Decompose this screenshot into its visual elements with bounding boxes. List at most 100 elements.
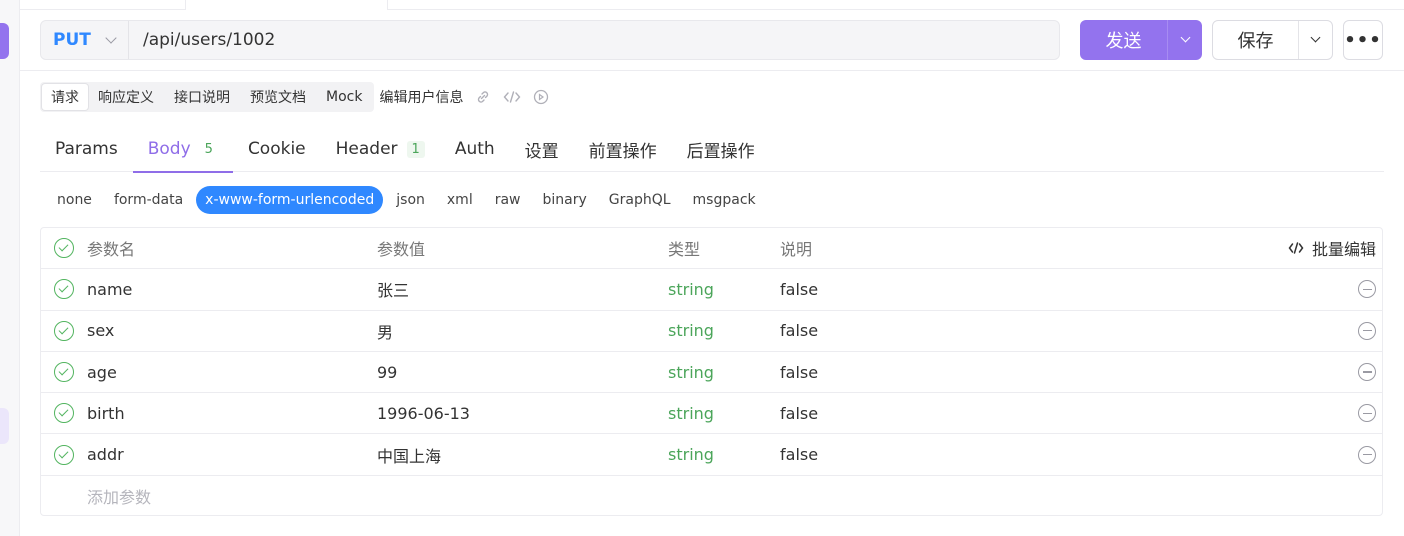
row-checkbox[interactable]	[54, 444, 74, 465]
tab-params[interactable]: Params	[40, 126, 133, 172]
add-param-row: 添加参数	[41, 476, 1382, 517]
link-icon[interactable]	[475, 89, 491, 105]
table-row: name 张三 string false	[41, 269, 1382, 311]
tab-count-badge: 5	[204, 141, 213, 157]
param-type[interactable]: string	[668, 363, 780, 382]
request-tabs: Params Body 5 Cookie Header 1 Auth 设置 前置操作…	[40, 126, 1384, 173]
add-param-input[interactable]: 添加参数	[41, 484, 151, 508]
tab-pre-operations[interactable]: 前置操作	[574, 126, 672, 172]
method-select[interactable]: PUT	[41, 21, 129, 59]
body-type-json[interactable]: json	[387, 186, 434, 214]
code-icon[interactable]	[503, 89, 521, 105]
param-desc[interactable]: false	[780, 363, 1382, 382]
body-type-xml[interactable]: xml	[438, 186, 482, 214]
param-desc[interactable]: false	[780, 445, 1382, 464]
tab-post-operations[interactable]: 后置操作	[672, 126, 770, 172]
chevron-down-icon	[1310, 32, 1321, 43]
row-checkbox[interactable]	[54, 362, 74, 383]
table-row: age 99 string false	[41, 352, 1382, 394]
editor-tab[interactable]	[185, 0, 388, 10]
tab-label: Cookie	[247, 139, 306, 159]
subtab-preview-docs[interactable]: 预览文档	[240, 84, 316, 110]
subtab-api-description[interactable]: 接口说明	[164, 84, 240, 110]
api-name-label: 编辑用户信息	[379, 90, 464, 106]
params-table: 参数名 参数值 类型 说明 批量编辑 name 张三 string false …	[40, 227, 1383, 516]
param-desc[interactable]: false	[780, 404, 1382, 423]
row-checkbox[interactable]	[54, 320, 74, 341]
tab-count-badge: 1	[406, 140, 425, 158]
subtab-mock[interactable]: Mock	[316, 84, 372, 110]
body-type-selector: none form-data x-www-form-urlencoded jso…	[48, 186, 765, 214]
body-type-none[interactable]: none	[48, 186, 101, 214]
run-icon[interactable]	[533, 89, 549, 105]
url-input[interactable]	[129, 21, 1059, 59]
tab-settings[interactable]: 设置	[510, 126, 574, 172]
param-type[interactable]: string	[668, 445, 780, 464]
subtab-request[interactable]: 请求	[42, 84, 88, 110]
tab-cookie[interactable]: Cookie	[233, 126, 321, 172]
column-header-type: 类型	[668, 240, 701, 260]
rail-item[interactable]	[0, 408, 9, 444]
bulk-edit-button[interactable]: 批量编辑	[1288, 236, 1376, 260]
left-rail	[0, 0, 20, 536]
table-row: birth 1996-06-13 string false	[41, 393, 1382, 435]
param-name[interactable]: birth	[87, 404, 377, 423]
param-type[interactable]: string	[668, 321, 780, 340]
select-all-checkbox[interactable]	[54, 238, 74, 259]
method-label: PUT	[53, 30, 91, 50]
save-button[interactable]: 保存	[1213, 21, 1299, 59]
tab-body[interactable]: Body 5	[132, 126, 234, 173]
param-type[interactable]: string	[668, 404, 780, 423]
tab-label: 后置操作	[686, 141, 755, 162]
more-options-button[interactable]: •••	[1343, 20, 1383, 60]
body-type-raw[interactable]: raw	[486, 186, 530, 214]
row-checkbox[interactable]	[54, 403, 74, 424]
row-checkbox[interactable]	[54, 279, 74, 300]
tab-label: Header	[335, 139, 398, 159]
tab-label: Body	[147, 139, 191, 159]
subtab-group: 请求 响应定义 接口说明 预览文档 Mock	[40, 82, 375, 112]
send-dropdown-button[interactable]	[1168, 20, 1202, 60]
rail-active-indicator[interactable]	[0, 23, 9, 59]
param-value[interactable]: 男	[377, 319, 668, 343]
bulk-edit-label: 批量编辑	[1311, 240, 1376, 260]
table-row: sex 男 string false	[41, 311, 1382, 352]
column-header-name: 参数名	[87, 240, 136, 260]
remove-row-icon[interactable]	[1358, 363, 1376, 382]
tab-header[interactable]: Header 1	[321, 126, 440, 172]
chevron-down-icon	[1180, 32, 1190, 43]
body-type-binary[interactable]: binary	[534, 186, 596, 214]
param-desc[interactable]: false	[780, 321, 1382, 340]
remove-row-icon[interactable]	[1358, 321, 1376, 340]
param-value[interactable]: 99	[377, 363, 668, 382]
code-icon	[1288, 242, 1304, 254]
param-name[interactable]: name	[87, 280, 377, 299]
param-name[interactable]: age	[87, 363, 377, 382]
tab-label: 设置	[524, 141, 559, 162]
param-name[interactable]: sex	[87, 321, 377, 340]
param-value[interactable]: 张三	[377, 277, 668, 301]
request-url-bar: PUT	[40, 20, 1060, 60]
body-type-graphql[interactable]: GraphQL	[600, 186, 680, 214]
param-value[interactable]: 中国上海	[377, 443, 668, 467]
body-type-msgpack[interactable]: msgpack	[684, 186, 765, 214]
param-value[interactable]: 1996-06-13	[377, 404, 668, 423]
save-dropdown-button[interactable]	[1299, 21, 1332, 59]
body-type-urlencoded[interactable]: x-www-form-urlencoded	[196, 186, 384, 214]
divider	[20, 70, 1404, 71]
subtab-response-definition[interactable]: 响应定义	[88, 84, 164, 110]
table-row: addr 中国上海 string false	[41, 434, 1382, 476]
tab-label: 前置操作	[588, 141, 657, 162]
param-desc[interactable]: false	[780, 280, 1382, 299]
body-type-form-data[interactable]: form-data	[105, 186, 192, 214]
remove-row-icon[interactable]	[1358, 445, 1376, 464]
subtab-bar: 请求 响应定义 接口说明 预览文档 Mock 编辑用户信息	[40, 82, 549, 112]
send-button[interactable]: 发送	[1080, 20, 1168, 60]
send-button-group: 发送	[1080, 20, 1202, 60]
tab-auth[interactable]: Auth	[440, 126, 510, 172]
tab-label: Auth	[454, 139, 495, 159]
tab-label: Params	[55, 139, 118, 159]
param-type[interactable]: string	[668, 280, 780, 299]
column-header-value: 参数值	[377, 240, 426, 260]
param-name[interactable]: addr	[87, 445, 377, 464]
